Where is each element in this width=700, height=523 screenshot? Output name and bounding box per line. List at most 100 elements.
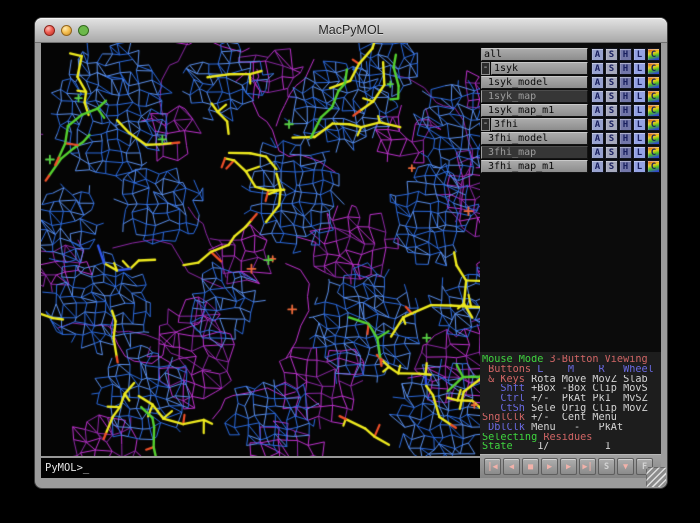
object-row-1syk_map: 1syk_mapASHLC: [481, 90, 660, 103]
h-menu-button[interactable]: H: [619, 132, 632, 145]
h-menu-button[interactable]: H: [619, 160, 632, 173]
titlebar[interactable]: MacPyMOL: [35, 18, 667, 43]
h-menu-button[interactable]: H: [619, 48, 632, 61]
a-menu-button[interactable]: A: [591, 48, 604, 61]
c-menu-button[interactable]: C: [647, 76, 660, 89]
c-menu-button[interactable]: C: [647, 104, 660, 117]
mouse-panel-text: Buttons: [482, 365, 537, 375]
a-menu-button[interactable]: A: [591, 76, 604, 89]
mouse-panel-text: Sele Orig Clip MovZ: [531, 404, 648, 414]
s-button[interactable]: S: [598, 458, 615, 475]
h-menu-button[interactable]: H: [619, 118, 632, 131]
object-name[interactable]: 1syk: [491, 62, 588, 75]
minimize-button[interactable]: [61, 25, 72, 36]
row-buttons: ASHLC: [590, 118, 660, 131]
mouse-panel-text: L M R Wheel: [537, 365, 654, 375]
window-title: MacPyMOL: [35, 18, 667, 42]
l-menu-button[interactable]: L: [633, 160, 646, 173]
collapse-toggle[interactable]: -: [481, 62, 490, 75]
menu-down-button[interactable]: ▼: [617, 458, 634, 475]
s-menu-button[interactable]: S: [605, 118, 618, 131]
collapse-toggle[interactable]: -: [481, 118, 490, 131]
mouse-panel-line: DblClk Menu - PkAt: [482, 423, 661, 433]
h-menu-button[interactable]: H: [619, 104, 632, 117]
a-menu-button[interactable]: A: [591, 146, 604, 159]
l-menu-button[interactable]: L: [633, 48, 646, 61]
object-row-1syk_model: 1syk_modelASHLC: [481, 76, 660, 89]
mouse-panel-text: & Keys: [482, 375, 531, 385]
c-menu-button[interactable]: C: [647, 132, 660, 145]
l-menu-button[interactable]: L: [633, 104, 646, 117]
row-buttons: ASHLC: [590, 104, 660, 117]
object-name[interactable]: 1syk_model: [481, 76, 588, 89]
viewport-canvas[interactable]: [41, 43, 480, 456]
object-row-all: allASHLC: [481, 48, 660, 61]
object-name[interactable]: 3fhi: [491, 118, 588, 131]
object-name[interactable]: 3fhi_map_m1: [481, 160, 588, 173]
object-name[interactable]: 1syk_map: [481, 90, 588, 103]
c-menu-button[interactable]: C: [647, 90, 660, 103]
command-prompt[interactable]: PyMOL>_: [41, 456, 480, 478]
skip-end-button[interactable]: ▶|: [579, 458, 596, 475]
s-menu-button[interactable]: S: [605, 160, 618, 173]
h-menu-button[interactable]: H: [619, 76, 632, 89]
mouse-panel-text: +/- Cent Menu: [531, 413, 617, 423]
mouse-panel-text: Mouse Mode: [482, 355, 549, 365]
a-menu-button[interactable]: A: [591, 160, 604, 173]
l-menu-button[interactable]: L: [633, 90, 646, 103]
c-menu-button[interactable]: C: [647, 146, 660, 159]
s-menu-button[interactable]: S: [605, 146, 618, 159]
row-buttons: ASHLC: [590, 62, 660, 75]
macpymol-window: MacPyMOL PyMOL>_ allASHLC-1sykASHLC1syk_…: [35, 18, 667, 488]
a-menu-button[interactable]: A: [591, 118, 604, 131]
object-row-3fhi_map: 3fhi_mapASHLC: [481, 146, 660, 159]
s-menu-button[interactable]: S: [605, 48, 618, 61]
h-menu-button[interactable]: H: [619, 146, 632, 159]
play-button[interactable]: ▶: [541, 458, 558, 475]
s-menu-button[interactable]: S: [605, 132, 618, 145]
row-buttons: ASHLC: [590, 146, 660, 159]
resize-grip[interactable]: [646, 467, 666, 487]
h-menu-button[interactable]: H: [619, 62, 632, 75]
row-buttons: ASHLC: [590, 76, 660, 89]
object-name[interactable]: 3fhi_model: [481, 132, 588, 145]
s-menu-button[interactable]: S: [605, 104, 618, 117]
object-name[interactable]: 1syk_map_m1: [481, 104, 588, 117]
a-menu-button[interactable]: A: [591, 104, 604, 117]
mouse-panel-line: Mouse Mode 3-Button Viewing: [482, 355, 661, 365]
step-back-button[interactable]: ◀: [503, 458, 520, 475]
l-menu-button[interactable]: L: [633, 146, 646, 159]
l-menu-button[interactable]: L: [633, 62, 646, 75]
s-menu-button[interactable]: S: [605, 62, 618, 75]
c-menu-button[interactable]: C: [647, 160, 660, 173]
a-menu-button[interactable]: A: [591, 90, 604, 103]
s-menu-button[interactable]: S: [605, 76, 618, 89]
c-menu-button[interactable]: C: [647, 62, 660, 75]
c-menu-button[interactable]: C: [647, 48, 660, 61]
step-forward-button[interactable]: ▶: [560, 458, 577, 475]
right-panel: allASHLC-1sykASHLC1syk_modelASHLC1syk_ma…: [480, 43, 661, 478]
h-menu-button[interactable]: H: [619, 90, 632, 103]
object-name[interactable]: 3fhi_map: [481, 146, 588, 159]
zoom-button[interactable]: [78, 25, 89, 36]
l-menu-button[interactable]: L: [633, 76, 646, 89]
close-button[interactable]: [44, 25, 55, 36]
stop-button[interactable]: ■: [522, 458, 539, 475]
a-menu-button[interactable]: A: [591, 132, 604, 145]
a-menu-button[interactable]: A: [591, 62, 604, 75]
object-row-3fhi: -3fhiASHLC: [481, 118, 660, 131]
window-content: PyMOL>_ allASHLC-1sykASHLC1syk_modelASHL…: [41, 43, 661, 478]
skip-start-button[interactable]: |◀: [484, 458, 501, 475]
mouse-panel-text: Selecting: [482, 433, 543, 443]
l-menu-button[interactable]: L: [633, 118, 646, 131]
mouse-panel-text: 3-Button Viewing: [549, 355, 647, 365]
playback-bar: |◀◀■▶▶▶|S▼F: [480, 454, 661, 478]
l-menu-button[interactable]: L: [633, 132, 646, 145]
mouse-panel-line: CtSh Sele Orig Clip MovZ: [482, 404, 661, 414]
object-name[interactable]: all: [481, 48, 588, 61]
s-menu-button[interactable]: S: [605, 90, 618, 103]
row-buttons: ASHLC: [590, 90, 660, 103]
mouse-panel-text: Ctrl: [482, 394, 531, 404]
c-menu-button[interactable]: C: [647, 118, 660, 131]
mouse-panel-line: Ctrl +/- PkAt Pk1 MvSZ: [482, 394, 661, 404]
